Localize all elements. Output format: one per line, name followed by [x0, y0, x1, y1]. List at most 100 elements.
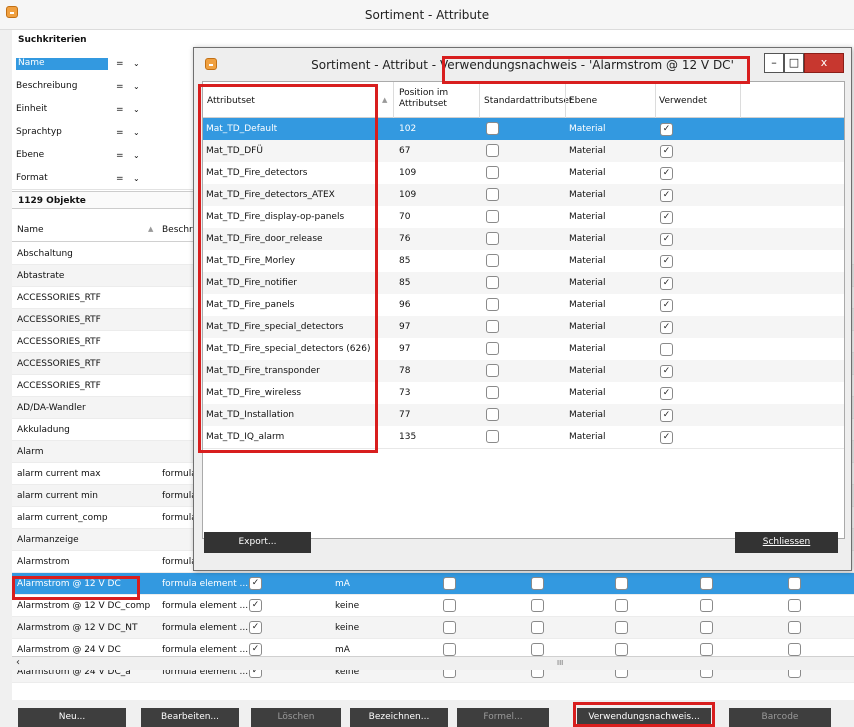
row-checkbox[interactable]: [788, 599, 801, 612]
row-checkbox[interactable]: [443, 577, 456, 590]
toolbar-button-5[interactable]: Formel...: [457, 708, 549, 727]
close-dialog-button[interactable]: Schliessen: [735, 532, 838, 553]
usage-row[interactable]: Mat_TD_Fire_transponder 78 Material ✓: [203, 360, 844, 383]
maximize-button[interactable]: □: [784, 53, 804, 73]
standard-checkbox[interactable]: [486, 210, 499, 223]
used-checkbox[interactable]: [660, 343, 673, 356]
criteria-operator[interactable]: =: [116, 174, 124, 184]
column-header-name[interactable]: Name: [17, 225, 44, 235]
standard-checkbox[interactable]: [486, 232, 499, 245]
criteria-operator[interactable]: =: [116, 82, 124, 92]
horizontal-scrollbar[interactable]: ‹ III: [12, 656, 854, 670]
row-checkbox[interactable]: [531, 643, 544, 656]
used-checkbox[interactable]: ✓: [660, 233, 673, 246]
standard-checkbox[interactable]: [486, 188, 499, 201]
standard-checkbox[interactable]: [486, 298, 499, 311]
row-checkbox[interactable]: [531, 599, 544, 612]
used-checkbox[interactable]: ✓: [660, 431, 673, 444]
used-checkbox[interactable]: ✓: [660, 145, 673, 158]
toolbar-button-1[interactable]: Neu...: [18, 708, 126, 727]
row-checkbox[interactable]: [615, 621, 628, 634]
used-checkbox[interactable]: ✓: [660, 211, 673, 224]
row-checkbox[interactable]: [531, 577, 544, 590]
used-checkbox[interactable]: ✓: [660, 299, 673, 312]
used-checkbox[interactable]: ✓: [660, 365, 673, 378]
export-button[interactable]: Export...: [204, 532, 311, 553]
toolbar-button-4[interactable]: Bezeichnen...: [350, 708, 448, 727]
criteria-label[interactable]: Ebene: [16, 150, 106, 162]
toolbar-button-3[interactable]: Löschen: [251, 708, 341, 727]
used-checkbox[interactable]: ✓: [660, 277, 673, 290]
row-checkbox[interactable]: [443, 599, 456, 612]
chevron-down-icon[interactable]: ⌄: [133, 174, 140, 183]
standard-checkbox[interactable]: [486, 430, 499, 443]
standard-checkbox[interactable]: [486, 364, 499, 377]
usage-row[interactable]: Mat_TD_Fire_display-op-panels 70 Material ✓: [203, 206, 844, 229]
toolbar-button-6[interactable]: Verwendungsnachweis...: [577, 708, 711, 727]
row-checkbox[interactable]: ✓: [249, 577, 262, 590]
scroll-thumb-grip[interactable]: III: [557, 659, 563, 667]
row-checkbox[interactable]: [615, 643, 628, 656]
usage-row[interactable]: Mat_TD_Installation 77 Material ✓: [203, 404, 844, 427]
minimize-button[interactable]: –: [764, 53, 784, 73]
usage-row[interactable]: Mat_TD_Default 102 Material ✓: [203, 118, 844, 141]
table-row[interactable]: Alarmstrom @ 12 V DC_comp formula element…: [12, 595, 854, 617]
row-checkbox[interactable]: [443, 621, 456, 634]
row-checkbox[interactable]: [443, 643, 456, 656]
row-checkbox[interactable]: ✓: [249, 621, 262, 634]
chevron-down-icon[interactable]: ⌄: [133, 59, 140, 68]
standard-checkbox[interactable]: [486, 320, 499, 333]
row-checkbox[interactable]: [531, 621, 544, 634]
used-checkbox[interactable]: ✓: [660, 189, 673, 202]
chevron-down-icon[interactable]: ⌄: [133, 151, 140, 160]
column-header-attributset[interactable]: Attributset: [207, 96, 255, 106]
column-header-standard[interactable]: Standardattributset: [484, 96, 572, 106]
row-checkbox[interactable]: [700, 621, 713, 634]
usage-row[interactable]: Mat_TD_DFÜ 67 Material ✓: [203, 140, 844, 163]
row-checkbox[interactable]: [788, 643, 801, 656]
row-checkbox[interactable]: [615, 577, 628, 590]
standard-checkbox[interactable]: [486, 276, 499, 289]
row-checkbox[interactable]: ✓: [249, 599, 262, 612]
criteria-operator[interactable]: =: [116, 105, 124, 115]
column-header-ebene[interactable]: Ebene: [569, 96, 597, 106]
table-row[interactable]: Alarmstrom @ 12 V DC formula element ... m…: [12, 573, 854, 595]
used-checkbox[interactable]: ✓: [660, 255, 673, 268]
criteria-label[interactable]: Name: [16, 58, 108, 70]
standard-checkbox[interactable]: [486, 342, 499, 355]
table-row[interactable]: Alarmstrom @ 12 V DC_NT formula element .…: [12, 617, 854, 639]
standard-checkbox[interactable]: [486, 386, 499, 399]
standard-checkbox[interactable]: [486, 408, 499, 421]
chevron-down-icon[interactable]: ⌄: [133, 105, 140, 114]
chevron-down-icon[interactable]: ⌄: [133, 82, 140, 91]
standard-checkbox[interactable]: [486, 166, 499, 179]
row-checkbox[interactable]: [700, 599, 713, 612]
criteria-operator[interactable]: =: [116, 59, 124, 69]
row-checkbox[interactable]: [700, 577, 713, 590]
scroll-left-icon[interactable]: ‹: [16, 657, 20, 668]
used-checkbox[interactable]: ✓: [660, 123, 673, 136]
row-checkbox[interactable]: ✓: [249, 643, 262, 656]
criteria-label[interactable]: Format: [16, 173, 106, 185]
usage-row[interactable]: Mat_TD_Fire_door_release 76 Material ✓: [203, 228, 844, 251]
chevron-down-icon[interactable]: ⌄: [133, 128, 140, 137]
criteria-label[interactable]: Einheit: [16, 104, 106, 116]
usage-row[interactable]: Mat_TD_IQ_alarm 135 Material ✓: [203, 426, 844, 449]
toolbar-button-7[interactable]: Barcode: [729, 708, 831, 727]
usage-row[interactable]: Mat_TD_Fire_wireless 73 Material ✓: [203, 382, 844, 405]
row-checkbox[interactable]: [788, 577, 801, 590]
row-checkbox[interactable]: [615, 599, 628, 612]
usage-row[interactable]: Mat_TD_Fire_panels 96 Material ✓: [203, 294, 844, 317]
usage-row[interactable]: Mat_TD_Fire_detectors_ATEX 109 Material ✓: [203, 184, 844, 207]
criteria-operator[interactable]: =: [116, 128, 124, 138]
usage-row[interactable]: Mat_TD_Fire_special_detectors 97 Material ✓: [203, 316, 844, 339]
criteria-label[interactable]: Sprachtyp: [16, 127, 106, 139]
toolbar-button-2[interactable]: Bearbeiten...: [141, 708, 239, 727]
column-header-position-line1[interactable]: Position im: [399, 88, 448, 98]
used-checkbox[interactable]: ✓: [660, 321, 673, 334]
used-checkbox[interactable]: ✓: [660, 167, 673, 180]
column-header-verwendet[interactable]: Verwendet: [659, 96, 707, 106]
standard-checkbox[interactable]: [486, 122, 499, 135]
used-checkbox[interactable]: ✓: [660, 409, 673, 422]
close-window-button[interactable]: x: [804, 53, 844, 73]
